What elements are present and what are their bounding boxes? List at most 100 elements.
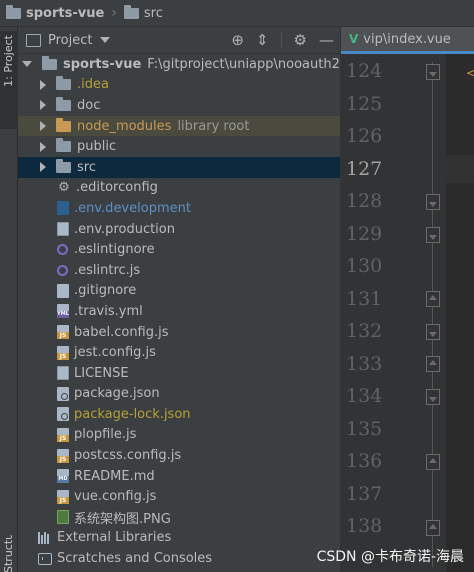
folder-icon [42, 55, 57, 70]
line-number: 132 [346, 320, 383, 342]
js-file-icon [57, 489, 69, 504]
tree-item-label: package.json [74, 386, 160, 402]
tree-item-label: External Libraries [57, 530, 172, 546]
folder-icon [56, 138, 71, 153]
fold-marker-icon[interactable] [426, 389, 440, 405]
toolbar-divider [280, 32, 282, 48]
tree-row-file[interactable]: vue.config.js [18, 486, 340, 507]
collapse-arrow-icon[interactable] [40, 100, 46, 111]
tree-item-label: vue.config.js [74, 489, 157, 505]
editor-tab-active[interactable]: V vip\index.vue [341, 27, 474, 54]
tree-row-file[interactable]: plopfile.js [18, 425, 340, 446]
tree-item-label: babel.config.js [74, 324, 169, 340]
js-file-icon [57, 427, 69, 442]
tree-row-folder[interactable]: public [18, 136, 340, 157]
scratches-icon [38, 552, 52, 565]
code-editor[interactable]: 124 125 126 127 128 129 130 131 132 133 … [340, 54, 474, 572]
tree-item-label: README.md [74, 468, 155, 484]
collapse-arrow-icon[interactable] [40, 162, 46, 173]
line-number: 124 [346, 60, 383, 82]
tree-item-suffix: library root [177, 118, 250, 134]
tree-row-file[interactable]: README.md [18, 466, 340, 487]
project-view-label[interactable]: Project [48, 33, 92, 48]
folder-icon [123, 4, 139, 19]
tree-item-label: .idea [77, 77, 109, 93]
tree-row-file[interactable]: .eslintignore [18, 239, 340, 260]
fold-marker-icon[interactable] [426, 454, 440, 470]
tree-row-folder[interactable]: node_modules library root [18, 115, 340, 137]
tree-item-label: .eslintignore [74, 242, 155, 258]
tree-row-file[interactable]: package.json [18, 384, 340, 405]
tree-row-root[interactable]: sports-vue F:\gitproject\uniapp\nooauth2… [18, 54, 340, 75]
editor-tab-label: vip\index.vue [363, 31, 451, 47]
target-icon[interactable]: ⊕ [231, 32, 244, 48]
fold-marker-icon[interactable] [426, 520, 440, 536]
tree-row-folder[interactable]: doc [18, 95, 340, 116]
tree-item-label: src [77, 159, 96, 175]
eslint-icon [57, 264, 68, 276]
root-folder-label: sports-vue [63, 56, 142, 72]
yaml-file-icon [57, 304, 69, 319]
tree-row-file[interactable]: postcss.config.js [18, 445, 340, 466]
tree-row-file[interactable]: 系统架构图.PNG [18, 507, 340, 528]
tree-row-file[interactable]: ⚙ .editorconfig [18, 178, 340, 199]
gear-icon: ⚙ [58, 180, 70, 196]
fold-marker-icon[interactable] [426, 324, 440, 340]
js-file-icon [57, 345, 69, 360]
tree-item-label: doc [77, 97, 101, 113]
breadcrumb-project-label: sports-vue [26, 5, 105, 21]
line-number: 126 [346, 125, 383, 147]
tree-row-folder-selected[interactable]: src [18, 156, 340, 178]
tree-row-external-libraries[interactable]: External Libraries [18, 528, 340, 549]
fold-marker-icon[interactable] [426, 64, 440, 80]
markdown-file-icon [57, 469, 69, 484]
current-line-highlight [446, 155, 474, 183]
tree-row-file[interactable]: LICENSE [18, 363, 340, 384]
fold-marker-icon[interactable] [426, 227, 440, 243]
breadcrumb-src[interactable]: src [123, 4, 163, 21]
line-number: 133 [346, 353, 383, 375]
dropdown-arrow-icon[interactable] [100, 37, 111, 43]
tree-item-label: LICENSE [74, 365, 129, 381]
breadcrumb-project[interactable]: sports-vue [6, 4, 105, 21]
bracket-match-icon: < [466, 66, 474, 80]
expand-arrow-icon[interactable] [22, 61, 32, 68]
tree-row-file[interactable]: package-lock.json [18, 404, 340, 425]
navigation-bar: sports-vue › src [0, 0, 474, 27]
tree-row-file[interactable]: .eslintrc.js [18, 260, 340, 281]
tree-row-folder[interactable]: .idea [18, 75, 340, 96]
watermark-text: CSDN @卡布奇诺-海晨 [316, 549, 464, 565]
tree-item-label: .editorconfig [76, 180, 158, 196]
tree-row-file[interactable]: babel.config.js [18, 322, 340, 343]
chevron-right-icon: › [111, 5, 117, 21]
tree-row-file[interactable]: .gitignore [18, 281, 340, 302]
line-number: 130 [346, 255, 383, 277]
line-number: 136 [346, 450, 383, 472]
project-tree: sports-vue F:\gitproject\uniapp\nooauth2… [18, 54, 340, 569]
folder-icon [56, 158, 71, 173]
collapse-all-icon[interactable]: ⇕ [256, 32, 269, 48]
line-number: 134 [346, 385, 383, 407]
collapse-arrow-icon[interactable] [40, 141, 46, 152]
tree-row-file[interactable]: .travis.yml [18, 301, 340, 322]
tree-row-file[interactable]: .env.development [18, 198, 340, 219]
project-tool-tab[interactable]: 1: Project [0, 31, 18, 129]
line-number-current: 127 [346, 158, 383, 180]
tree-row-file[interactable]: jest.config.js [18, 342, 340, 363]
fold-marker-icon[interactable] [426, 194, 440, 210]
file-icon [57, 283, 69, 298]
gear-icon[interactable]: ⚙ [294, 32, 307, 48]
minimize-icon[interactable]: — [319, 32, 334, 48]
collapse-arrow-icon[interactable] [40, 121, 46, 132]
tree-row-file[interactable]: .env.production [18, 219, 340, 240]
tree-row-scratches[interactable]: Scratches and Consoles [18, 548, 340, 569]
collapse-arrow-icon[interactable] [40, 79, 46, 90]
fold-marker-icon[interactable] [426, 356, 440, 372]
breadcrumb-src-label: src [143, 5, 163, 21]
tool-window-strip: 1: Project Structure [0, 27, 18, 572]
tree-item-label: .env.development [74, 200, 191, 216]
structure-tool-tab[interactable]: Structure [2, 535, 15, 572]
editor-gutter: 124 125 126 127 128 129 130 131 132 133 … [340, 54, 446, 572]
editor-tab-bar: V vip\index.vue [340, 27, 474, 54]
fold-marker-icon[interactable] [426, 291, 440, 307]
